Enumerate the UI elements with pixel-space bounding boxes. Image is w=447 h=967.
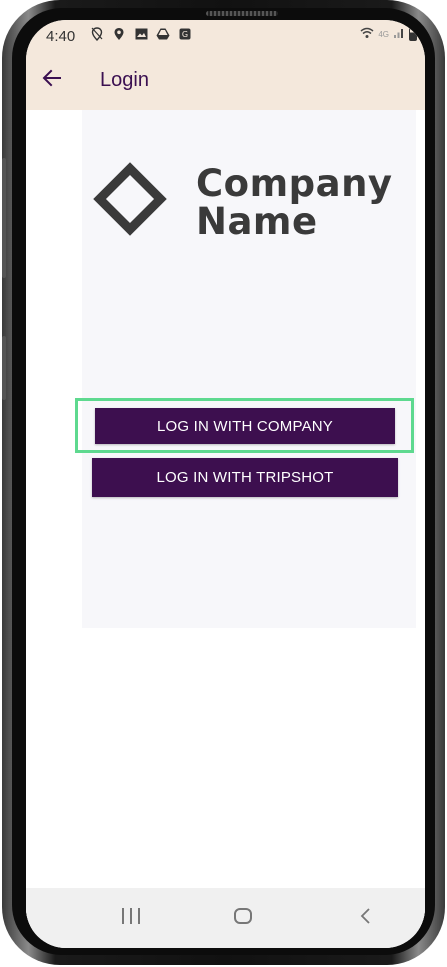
network-type: 4G (378, 30, 389, 39)
screen: 4:40 G 4G Login Company Name LOG IN WITH… (26, 20, 425, 948)
drive-icon (156, 28, 170, 43)
navigation-bar (26, 888, 425, 948)
back-arrow-icon[interactable] (40, 66, 64, 90)
home-icon[interactable] (234, 908, 252, 924)
company-name: Company Name (196, 165, 393, 241)
company-logo: Company Name (93, 162, 400, 249)
login-with-tripshot-button[interactable]: LOG IN WITH TRIPSHOT (92, 458, 398, 497)
status-bar: 4:40 G 4G (26, 20, 425, 50)
app-icon: G (178, 28, 192, 43)
phone-frame: 4:40 G 4G Login Company Name LOG IN WITH… (2, 0, 445, 965)
wifi-icon (360, 27, 374, 42)
location-off-icon (90, 27, 104, 44)
login-with-company-button[interactable]: LOG IN WITH COMPANY (95, 408, 395, 444)
status-time: 4:40 (46, 28, 76, 45)
volume-button (2, 158, 6, 278)
power-button (2, 336, 6, 400)
signal-icon (393, 27, 405, 42)
battery-icon (409, 28, 417, 41)
status-icons-left: G (90, 27, 192, 44)
speaker-grille (206, 11, 278, 16)
app-bar: Login (26, 50, 425, 110)
location-icon (112, 27, 126, 44)
nav-back-icon[interactable] (356, 904, 376, 928)
image-icon (134, 28, 148, 43)
svg-text:G: G (182, 30, 188, 39)
recent-apps-icon[interactable] (122, 908, 140, 924)
status-icons-right: 4G (360, 27, 417, 42)
login-content: Company Name LOG IN WITH COMPANY LOG IN … (26, 110, 425, 940)
page-title: Login (100, 69, 149, 91)
diamond-logo-icon (93, 162, 167, 236)
company-name-line1: Company (196, 162, 393, 205)
company-name-line2: Name (196, 200, 318, 243)
